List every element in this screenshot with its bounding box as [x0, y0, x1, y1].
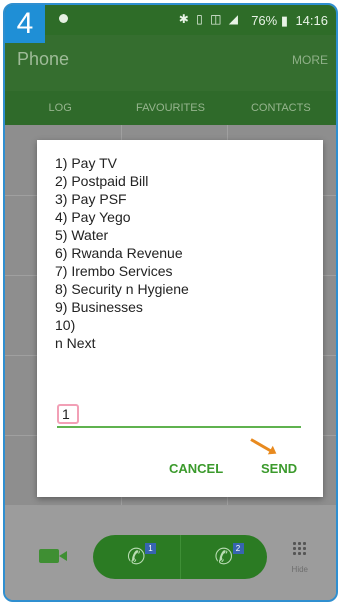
tab-log[interactable]: LOG [5, 91, 115, 125]
ussd-input-underline [57, 402, 301, 428]
ussd-menu: 1) Pay TV 2) Postpaid Bill 3) Pay PSF 4)… [55, 154, 309, 352]
hide-keypad-label[interactable]: Hide [292, 565, 308, 574]
call-buttons: ✆ 1 ✆ 2 [93, 535, 267, 579]
phone-icon: ✆ [214, 544, 233, 569]
cancel-button[interactable]: CANCEL [169, 461, 223, 476]
ussd-reply-input[interactable] [57, 404, 79, 424]
step-number-badge: 4 [5, 5, 45, 43]
video-call-icon[interactable] [39, 549, 67, 563]
battery-indicator: 76% ▮ [251, 13, 288, 28]
tab-contacts[interactable]: CONTACTS [226, 91, 336, 125]
menu-line: 1) Pay TV [55, 155, 117, 171]
call-sim1-button[interactable]: ✆ 1 [93, 535, 180, 579]
keypad-icon[interactable] [292, 541, 308, 557]
more-button[interactable]: MORE [292, 53, 328, 67]
tab-bar: LOG FAVOURITES CONTACTS [5, 91, 336, 125]
menu-line: 7) Irembo Services [55, 263, 173, 279]
call-bar: ✆ 1 ✆ 2 Hide [5, 505, 336, 600]
menu-line: 6) Rwanda Revenue [55, 245, 183, 261]
app-bar: Phone MORE [5, 35, 336, 91]
menu-line: 3) Pay PSF [55, 191, 127, 207]
status-time: 14:16 [295, 13, 328, 28]
menu-line: 10) [55, 317, 76, 333]
pointer-arrow-icon [250, 438, 273, 453]
menu-line: 5) Water [55, 227, 109, 243]
call-sim2-button[interactable]: ✆ 2 [179, 535, 268, 579]
status-bar: ✱ ▯ ◫ ◢ 76% ▮ 14:16 [5, 5, 336, 35]
phone-icon: ✆ [127, 544, 146, 569]
menu-line: n Next [55, 335, 96, 351]
menu-line: 2) Postpaid Bill [55, 173, 149, 189]
app-title: Phone [17, 49, 70, 69]
status-icons: ✱ ▯ ◫ ◢ [178, 12, 240, 26]
menu-line: 8) Security n Hygiene [55, 281, 189, 297]
sim1-badge: 1 [145, 543, 156, 554]
ussd-dialog: 1) Pay TV 2) Postpaid Bill 3) Pay PSF 4)… [37, 140, 323, 497]
send-button[interactable]: SEND [261, 461, 297, 476]
menu-line: 9) Businesses [55, 299, 143, 315]
notification-icon [59, 14, 68, 23]
sim2-badge: 2 [232, 543, 244, 554]
menu-line: 4) Pay Yego [55, 209, 131, 225]
screenshot-frame: 4 ✱ ▯ ◫ ◢ 76% ▮ 14:16 Phone MORE LOG FAV… [3, 3, 338, 602]
tab-favourites[interactable]: FAVOURITES [115, 91, 225, 125]
